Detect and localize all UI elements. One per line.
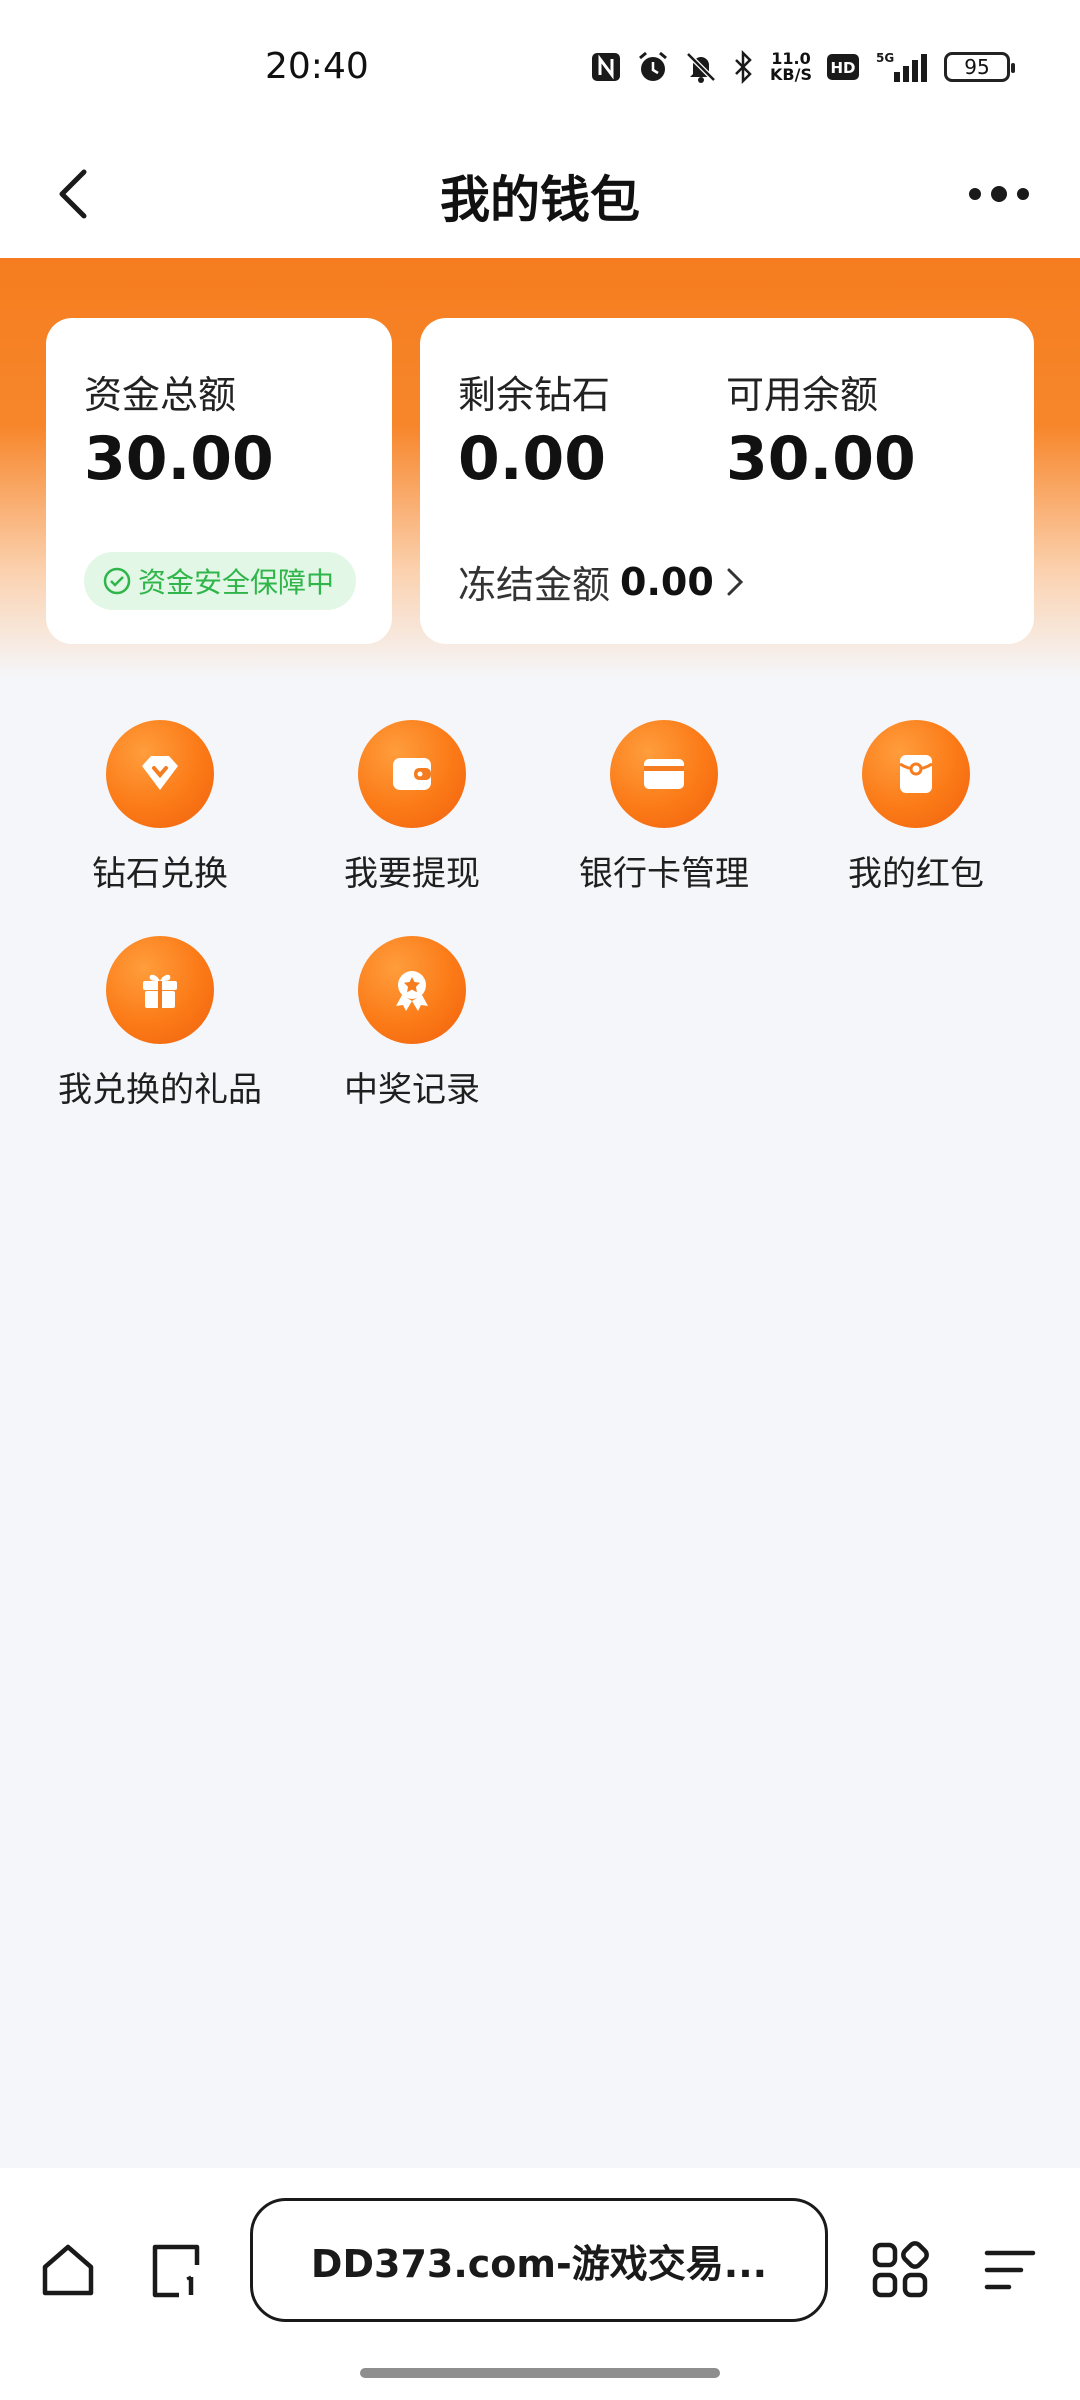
grid-label-diamond-exchange: 钻石兑换 [92, 854, 228, 894]
more-dot-right [1017, 188, 1029, 200]
home-icon [42, 2244, 94, 2296]
award-icon [358, 936, 466, 1044]
network-speed: 11.0 KB/S [770, 51, 812, 83]
wallet-icon [358, 720, 466, 828]
mute-bell-icon [684, 50, 718, 84]
total-funds-value: 30.00 [84, 424, 274, 494]
gesture-home-indicator[interactable] [360, 2368, 720, 2378]
check-circle-icon [103, 567, 131, 595]
gift-icon [106, 936, 214, 1044]
browser-menu-button[interactable] [972, 2232, 1048, 2308]
battery-indicator: 95 [944, 52, 1015, 82]
address-bar[interactable]: DD373.com-游戏交易... [250, 2198, 828, 2322]
status-bar: 20:40 11.0 KB/S HD 5G 95 [0, 0, 1080, 130]
diamond-value: 0.00 [458, 424, 607, 494]
browser-tabs-button[interactable] [140, 2232, 216, 2308]
tabs-icon [152, 2244, 200, 2298]
grid-apps-icon [872, 2241, 929, 2298]
chevron-right-icon [727, 568, 743, 595]
available-balance-value: 30.00 [726, 424, 916, 494]
bank-card-icon [610, 720, 718, 828]
browser-bottom-bar: DD373.com-游戏交易... [0, 2168, 1080, 2400]
diamond-icon [106, 720, 214, 828]
more-dot-center [991, 186, 1007, 202]
balance-card: 剩余钻石 0.00 可用余额 30.00 冻结金额 0.00 [420, 318, 1034, 644]
grid-label-prize-records: 中奖记录 [344, 1070, 480, 1110]
bluetooth-icon [732, 50, 756, 84]
grid-item-diamond-exchange[interactable]: 钻石兑换 [34, 720, 286, 910]
status-icons: 11.0 KB/S HD 5G 95 [590, 50, 1015, 84]
network-speed-unit: KB/S [770, 65, 812, 84]
more-dots-icon [969, 188, 981, 200]
more-options-button[interactable] [954, 156, 1044, 232]
frozen-amount-link[interactable]: 冻结金额 0.00 [458, 554, 746, 609]
grid-label-bank-card: 银行卡管理 [579, 854, 749, 894]
grid-label-redeemed-gifts: 我兑换的礼品 [58, 1070, 262, 1110]
red-packet-icon [862, 720, 970, 828]
grid-item-redeemed-gifts[interactable]: 我兑换的礼品 [34, 936, 286, 1126]
frozen-amount-label: 冻结金额 [458, 563, 611, 607]
fund-safety-badge: 资金安全保障中 [84, 552, 357, 610]
total-funds-card: 资金总额 30.00 资金安全保障中 [46, 318, 392, 644]
hd-label: HD [830, 59, 855, 77]
signal-5g-icon: 5G [874, 50, 930, 84]
frozen-amount-value: 0.00 [620, 559, 714, 604]
network-type: 5G [876, 51, 894, 65]
wallet-page: 20:40 11.0 KB/S HD 5G 95 我的钱包 资金总额 30.00… [0, 0, 1080, 2400]
grid-item-prize-records[interactable]: 中奖记录 [286, 936, 538, 1126]
fund-safety-text: 资金安全保障中 [138, 566, 335, 599]
grid-label-red-packet: 我的红包 [848, 854, 984, 894]
hd-icon: HD [826, 53, 860, 81]
menu-icon [984, 2250, 1036, 2290]
top-navigation-bar: 我的钱包 [0, 130, 1080, 258]
grid-item-bank-card[interactable]: 银行卡管理 [538, 720, 790, 910]
total-funds-label: 资金总额 [84, 373, 237, 417]
available-balance-label: 可用余额 [726, 373, 879, 417]
grid-item-red-packet[interactable]: 我的红包 [790, 720, 1042, 910]
browser-apps-button[interactable] [862, 2232, 938, 2308]
battery-level: 95 [964, 55, 990, 79]
grid-item-withdraw[interactable]: 我要提现 [286, 720, 538, 910]
nfc-icon [590, 51, 622, 83]
browser-home-button[interactable] [30, 2232, 106, 2308]
grid-label-withdraw: 我要提现 [344, 854, 480, 894]
status-time: 20:40 [265, 46, 369, 87]
page-title: 我的钱包 [440, 171, 640, 229]
diamond-label: 剩余钻石 [458, 373, 611, 417]
alarm-icon [636, 50, 670, 84]
